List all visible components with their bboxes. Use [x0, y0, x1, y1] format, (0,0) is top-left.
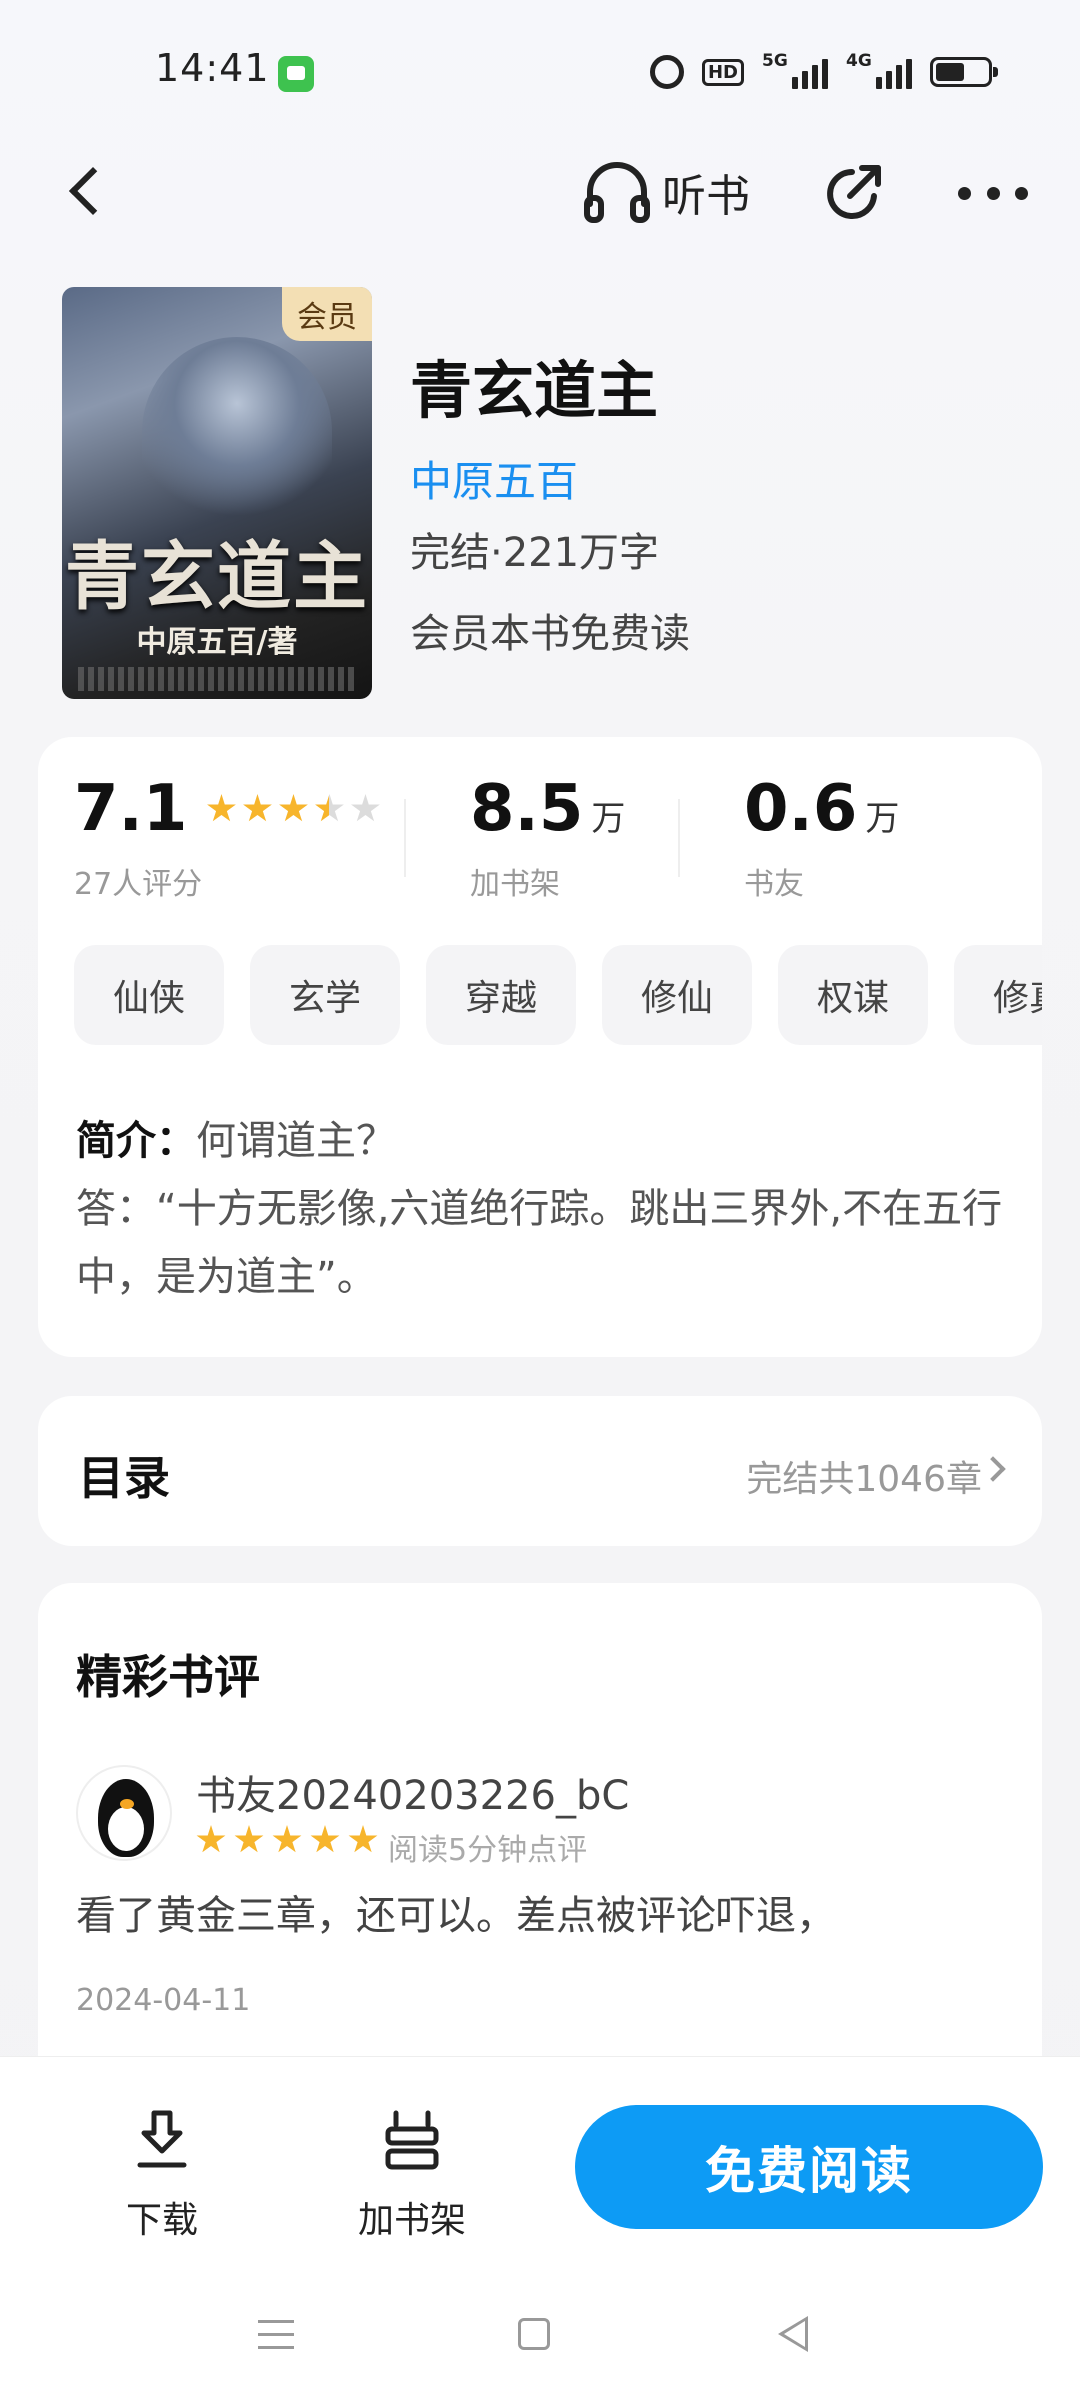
add-to-shelf-button[interactable]: 加书架	[332, 2107, 492, 2243]
rating-stat[interactable]: 7.1 27人评分	[74, 777, 380, 903]
intro-line-2: 答：“十方无影像,六道绝行踪。跳出三界外,不在五行中，是为道主”。	[76, 1186, 1003, 1300]
intro-label: 简介：	[76, 1118, 196, 1164]
status-bar: 14:41 HD 5G 4G	[0, 0, 1080, 140]
book-info-card: 7.1 27人评分 8.5 万 加书架 0.6 万 书友 仙侠 玄学 穿越 修仙…	[38, 737, 1042, 1357]
intro-line-1: 何谓道主？	[196, 1118, 396, 1164]
tag-chip[interactable]: 仙侠	[74, 945, 224, 1045]
hd-icon: HD	[701, 58, 744, 86]
more-icon-dot	[958, 186, 971, 200]
star-icon	[207, 794, 236, 822]
free-read-button[interactable]: 免费阅读	[575, 2105, 1043, 2229]
message-app-icon	[278, 56, 314, 92]
menu-icon[interactable]	[258, 2320, 294, 2350]
system-back-icon[interactable]	[778, 2316, 808, 2352]
bottom-action-bar: 下载 加书架 免费阅读	[0, 2056, 1080, 2286]
star-icon	[279, 794, 308, 822]
avatar[interactable]	[76, 1765, 172, 1861]
table-of-contents-row[interactable]: 目录 完结共1046章	[38, 1396, 1042, 1546]
share-icon	[827, 165, 881, 219]
star-icon	[196, 1825, 226, 1853]
review-stars	[196, 1825, 378, 1855]
signal-5g-label: 5G	[762, 51, 788, 71]
alarm-icon	[649, 55, 684, 89]
star-icon	[348, 1825, 378, 1853]
shelf-label: 加书架	[470, 867, 560, 902]
signal-4g-label: 4G	[846, 51, 872, 71]
tag-list: 仙侠 玄学 穿越 修仙 权谋 修真	[74, 945, 1042, 1047]
signal-4g-icon: 4G	[846, 51, 912, 89]
toc-chapter-count: 完结共1046章	[746, 1459, 982, 1500]
system-nav-bar	[0, 2286, 1080, 2400]
friends-value: 0.6	[744, 772, 858, 846]
tag-chip[interactable]: 穿越	[426, 945, 576, 1045]
stat-divider	[678, 799, 680, 877]
cover-decoration	[78, 667, 356, 691]
download-label: 下载	[125, 2200, 198, 2241]
shelf-stat: 8.5 万 加书架	[470, 777, 625, 903]
shelf-value: 8.5	[470, 772, 584, 846]
cover-title: 青玄道主	[65, 534, 369, 620]
review-text[interactable]: 看了黄金三章，还可以。差点被评论吓退，	[76, 1883, 836, 1941]
rating-stars	[206, 794, 380, 824]
tag-chip[interactable]: 玄学	[250, 945, 400, 1045]
headphones-icon	[584, 162, 650, 223]
rating-label: 27人评分	[74, 867, 203, 902]
book-author-link[interactable]: 中原五百	[410, 448, 578, 509]
add-to-shelf-icon	[385, 2110, 439, 2170]
home-icon[interactable]	[518, 2318, 550, 2350]
star-icon	[243, 794, 272, 822]
download-button[interactable]: 下载	[82, 2107, 242, 2243]
back-button[interactable]	[62, 160, 112, 220]
cover-author: 中原五百/著	[136, 625, 298, 660]
book-status: 完结·221万字	[410, 530, 660, 576]
tag-chip[interactable]: 权谋	[778, 945, 928, 1045]
friends-stat: 0.6 万 书友	[744, 777, 899, 903]
book-cover[interactable]: 青玄道主 中原五百/著 会员	[62, 287, 372, 699]
battery-icon	[930, 57, 998, 87]
star-half-icon	[315, 794, 344, 822]
friends-label: 书友	[744, 867, 804, 902]
more-icon-dot	[1015, 186, 1028, 200]
member-free-note: 会员本书免费读	[410, 611, 690, 657]
download-icon	[137, 2110, 187, 2168]
more-icon-dot	[986, 186, 1000, 200]
chevron-right-icon	[980, 1456, 1006, 1482]
star-icon	[310, 1825, 340, 1853]
shelf-unit: 万	[591, 799, 626, 839]
reviews-heading: 精彩书评	[76, 1650, 260, 1704]
rating-value: 7.1	[74, 772, 188, 846]
book-detail-page: 14:41 HD 5G 4G 听书 青玄道主 中原五百/著 会员 青玄道主 中原…	[0, 0, 1080, 2400]
avatar-belly	[108, 1807, 144, 1851]
star-icon	[234, 1825, 264, 1853]
signal-5g-icon: 5G	[762, 51, 828, 89]
book-intro[interactable]: 简介：何谓道主？ 答：“十方无影像,六道绝行踪。跳出三界外,不在五行中，是为道主…	[76, 1107, 1016, 1311]
review-date: 2024-04-11	[76, 1983, 251, 2018]
review-meta: 阅读5分钟点评	[388, 1833, 588, 1868]
reviewer-name[interactable]: 书友20240203226_bC	[196, 1763, 629, 1821]
share-button[interactable]	[822, 160, 888, 226]
member-badge: 会员	[282, 287, 372, 341]
status-time: 14:41	[155, 46, 270, 90]
book-title: 青玄道主	[410, 354, 659, 427]
status-icons: HD 5G 4G	[649, 51, 998, 92]
friends-unit: 万	[865, 799, 900, 839]
tag-chip[interactable]: 修仙	[602, 945, 752, 1045]
add-to-shelf-label: 加书架	[357, 2200, 466, 2241]
toc-title: 目录	[78, 1451, 170, 1505]
avatar-beak	[120, 1799, 134, 1809]
star-icon	[272, 1825, 302, 1853]
listen-book-button[interactable]: 听书	[582, 160, 750, 224]
stat-divider	[404, 799, 406, 877]
tag-chip[interactable]: 修真	[954, 945, 1042, 1045]
cover-figure	[142, 337, 332, 527]
listen-book-label: 听书	[662, 171, 750, 222]
more-button[interactable]	[958, 168, 1028, 218]
star-empty-icon	[351, 794, 380, 822]
